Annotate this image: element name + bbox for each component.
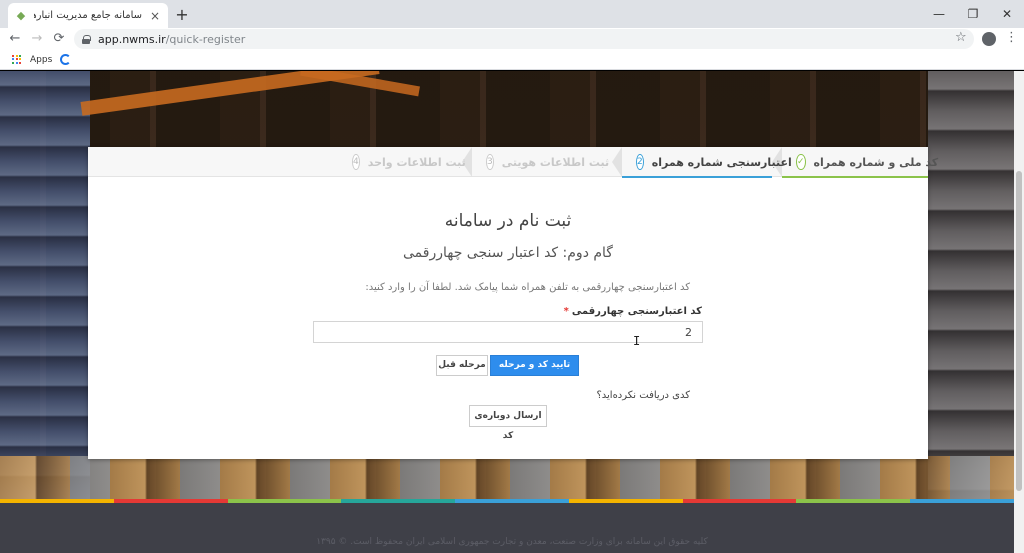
code-field-label: کد اعتبارسنجی چهاررقمی* [564, 306, 702, 317]
site-favicon-icon: ◆ [16, 9, 26, 22]
browser-tab[interactable]: ◆ سامانه جامع مدیریت انبارها و مراکز × [8, 3, 168, 28]
step-label: ثبت اطلاعات واحد [367, 155, 466, 169]
step-number: 2 [636, 154, 644, 170]
step-phone-verification[interactable]: 2 اعتبارسنجی شماره همراه [622, 147, 792, 178]
apps-bookmark-label[interactable]: Apps [30, 55, 52, 65]
step-identity-info[interactable]: 3 ثبت اطلاعات هویتی [472, 147, 612, 177]
verification-code-input[interactable] [313, 321, 703, 343]
tab-close-icon[interactable]: × [148, 9, 162, 23]
step-national-code[interactable]: ✓ کد ملی و شماره همراه [782, 147, 938, 178]
address-bar[interactable]: app.nwms.ir /quick-register [74, 29, 974, 49]
step-label: کد ملی و شماره همراه [813, 155, 939, 169]
reload-icon[interactable]: ⟳ [50, 30, 68, 48]
warehouse-rack-left [0, 71, 90, 501]
bookmarks-bar: Apps [0, 50, 1024, 70]
page-scrollbar[interactable] [1014, 71, 1024, 553]
minimize-icon[interactable]: — [922, 0, 956, 28]
close-window-icon[interactable]: ✕ [990, 0, 1024, 28]
forward-icon[interactable]: → [28, 30, 46, 48]
scrollbar-thumb[interactable] [1016, 171, 1022, 491]
step-number: 4 [352, 154, 360, 170]
footer-copyright: کلیه حقوق این سامانه برای وزارت صنعت، مع… [316, 537, 708, 547]
tab-title: سامانه جامع مدیریت انبارها و مراکز [34, 10, 142, 21]
step-label: ثبت اطلاعات هویتی [501, 155, 610, 169]
warehouse-rack-right [928, 71, 1024, 501]
code-field-label-text: کد اعتبارسنجی چهاررقمی [571, 306, 702, 317]
back-icon[interactable]: ← [6, 30, 24, 48]
bookmark-site-icon[interactable] [60, 54, 72, 65]
page-footer: کلیه حقوق این سامانه برای وزارت صنعت، مع… [0, 503, 1024, 553]
wizard-steps: ✓ کد ملی و شماره همراه 2 اعتبارسنجی شمار… [88, 146, 938, 178]
required-mark: * [563, 306, 569, 317]
step-separator-icon [612, 146, 622, 177]
lock-icon [82, 34, 91, 44]
resend-code-button[interactable]: ارسال دوباره‌ی کد [469, 405, 547, 441]
previous-step-button[interactable]: مرحله قبل [436, 355, 488, 376]
url-path: /quick-register [165, 32, 246, 46]
registration-wizard: ✓ کد ملی و شماره همراه 2 اعتبارسنجی شمار… [88, 146, 938, 459]
new-tab-button[interactable]: + [174, 5, 190, 24]
browser-toolbar: ← → ⟳ app.nwms.ir /quick-register ☆ ⋮ [0, 28, 1024, 50]
step-label: اعتبارسنجی شماره همراه [651, 155, 792, 169]
wizard-content: ثبت نام در سامانه گام دوم: کد اعتبار سنج… [88, 177, 928, 459]
step-number: 3 [486, 154, 494, 170]
apps-grid-icon[interactable] [12, 54, 22, 65]
warehouse-floor [0, 456, 1024, 501]
text-cursor-icon: I [633, 334, 641, 348]
step-subtitle: گام دوم: کد اعتبار سنجی چهاررقمی [403, 245, 613, 261]
profile-avatar-icon[interactable] [982, 32, 996, 46]
browser-menu-icon[interactable]: ⋮ [1005, 30, 1018, 45]
step-unit-info[interactable]: 4 ثبت اطلاعات واحد [338, 147, 466, 177]
not-received-text: کدی دریافت نکرده‌اید؟ [596, 390, 690, 401]
page-background: کلیه حقوق این سامانه برای وزارت صنعت، مع… [0, 71, 1024, 553]
bookmark-star-icon[interactable]: ☆ [955, 30, 967, 45]
url-host: app.nwms.ir [98, 32, 166, 46]
window-controls: — ❐ ✕ [922, 0, 1024, 28]
instruction-text: کد اعتبارسنجی چهاررقمی به تلفن همراه شما… [365, 282, 690, 293]
page-title: ثبت نام در سامانه [444, 211, 572, 231]
confirm-next-button[interactable]: تایید کد و مرحله بعد [490, 355, 579, 389]
tab-bar: ◆ سامانه جامع مدیریت انبارها و مراکز × +… [0, 0, 1024, 28]
restore-icon[interactable]: ❐ [956, 0, 990, 28]
step-check-icon: ✓ [796, 154, 806, 170]
